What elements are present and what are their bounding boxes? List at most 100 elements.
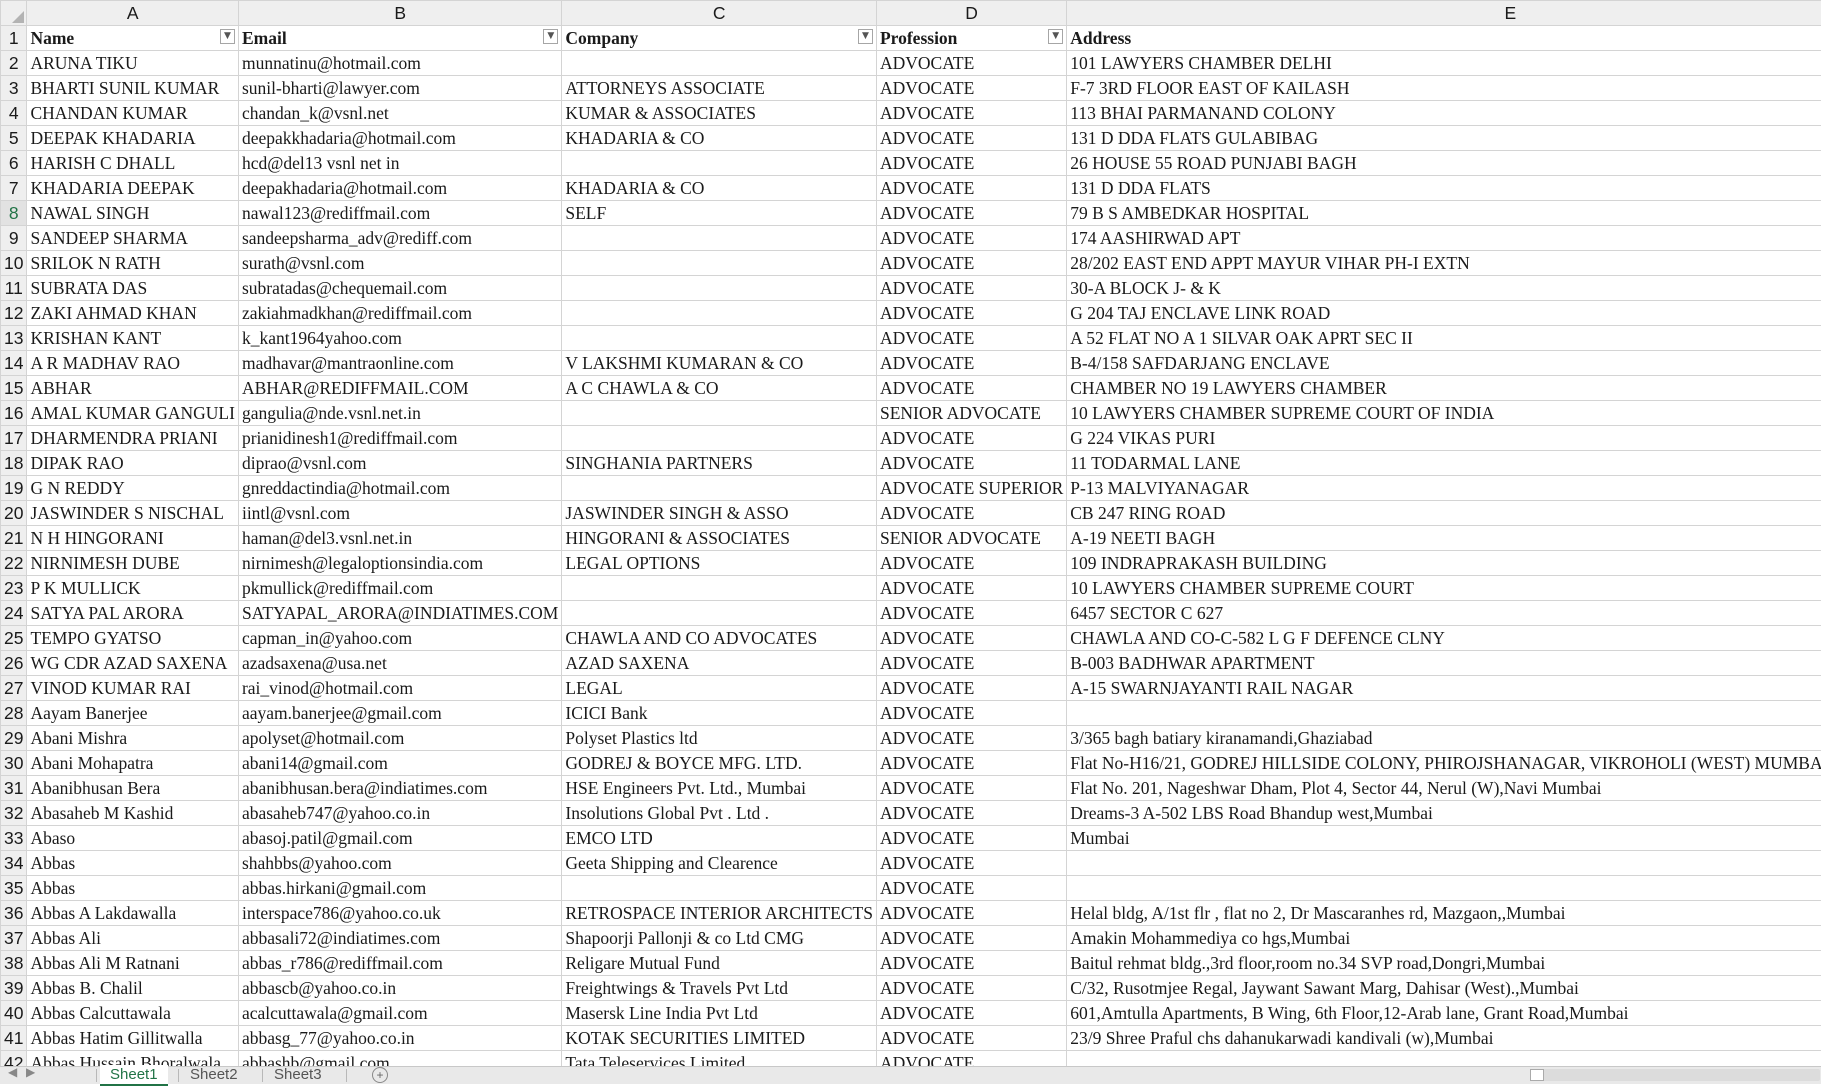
cell-name[interactable]: AMAL KUMAR GANGULI bbox=[27, 401, 238, 426]
cell-email[interactable]: SATYAPAL_ARORA@INDIATIMES.COM bbox=[238, 601, 561, 626]
cell-address[interactable]: G 204 TAJ ENCLAVE LINK ROAD bbox=[1067, 301, 1821, 326]
cell-company[interactable]: Masersk Line India Pvt Ltd bbox=[562, 1001, 877, 1026]
cell-profession[interactable]: ADVOCATE bbox=[876, 426, 1066, 451]
cell-name[interactable]: KHADARIA DEEPAK bbox=[27, 176, 238, 201]
cell-address[interactable]: 131 D DDA FLATS GULABIBAG bbox=[1067, 126, 1821, 151]
tab-sheet3[interactable]: Sheet3 bbox=[264, 1065, 332, 1084]
cell-company[interactable]: KUMAR & ASSOCIATES bbox=[562, 101, 877, 126]
column-header-b[interactable]: B bbox=[238, 1, 561, 26]
cell-company[interactable] bbox=[562, 51, 877, 76]
cell-profession[interactable]: ADVOCATE bbox=[876, 626, 1066, 651]
cell-email[interactable]: chandan_k@vsnl.net bbox=[238, 101, 561, 126]
row-number[interactable]: 9 bbox=[1, 226, 27, 251]
cell-profession[interactable]: ADVOCATE bbox=[876, 51, 1066, 76]
cell-email[interactable]: nirnimesh@legaloptionsindia.com bbox=[238, 551, 561, 576]
row-number[interactable]: 40 bbox=[1, 1001, 27, 1026]
cell-profession[interactable]: ADVOCATE bbox=[876, 301, 1066, 326]
row-number[interactable]: 30 bbox=[1, 751, 27, 776]
row-number[interactable]: 19 bbox=[1, 476, 27, 501]
cell-name[interactable]: SRILOK N RATH bbox=[27, 251, 238, 276]
row-number[interactable]: 27 bbox=[1, 676, 27, 701]
cell-address[interactable]: 79 B S AMBEDKAR HOSPITAL bbox=[1067, 201, 1821, 226]
cell-address[interactable]: 101 LAWYERS CHAMBER DELHI bbox=[1067, 51, 1821, 76]
cell-address[interactable]: G 224 VIKAS PURI bbox=[1067, 426, 1821, 451]
cell-company[interactable] bbox=[562, 301, 877, 326]
cell-name[interactable]: Abbas Ali bbox=[27, 926, 238, 951]
cell-email[interactable]: aayam.banerjee@gmail.com bbox=[238, 701, 561, 726]
row-number[interactable]: 41 bbox=[1, 1026, 27, 1051]
cell-email[interactable]: abasoj.patil@gmail.com bbox=[238, 826, 561, 851]
cell-company[interactable]: JASWINDER SINGH & ASSO bbox=[562, 501, 877, 526]
row-number[interactable]: 18 bbox=[1, 451, 27, 476]
cell-company[interactable]: KHADARIA & CO bbox=[562, 176, 877, 201]
cell-name[interactable]: KRISHAN KANT bbox=[27, 326, 238, 351]
cell-profession[interactable]: ADVOCATE bbox=[876, 276, 1066, 301]
cell-profession[interactable]: ADVOCATE bbox=[876, 676, 1066, 701]
cell-email[interactable]: sandeepsharma_adv@rediff.com bbox=[238, 226, 561, 251]
row-number[interactable]: 7 bbox=[1, 176, 27, 201]
row-number[interactable]: 33 bbox=[1, 826, 27, 851]
cell-profession[interactable]: ADVOCATE SUPERIOR bbox=[876, 476, 1066, 501]
cell-name[interactable]: NIRNIMESH DUBE bbox=[27, 551, 238, 576]
cell-profession[interactable]: ADVOCATE bbox=[876, 501, 1066, 526]
cell-name[interactable]: P K MULLICK bbox=[27, 576, 238, 601]
header-cell-address[interactable]: Address▼ bbox=[1067, 26, 1821, 51]
header-cell-profession[interactable]: Profession▼ bbox=[876, 26, 1066, 51]
cell-name[interactable]: G N REDDY bbox=[27, 476, 238, 501]
column-header-a[interactable]: A bbox=[27, 1, 238, 26]
cell-company[interactable]: RETROSPACE INTERIOR ARCHITECTS bbox=[562, 901, 877, 926]
cell-company[interactable] bbox=[562, 476, 877, 501]
cell-profession[interactable]: ADVOCATE bbox=[876, 926, 1066, 951]
next-sheet-arrow-icon[interactable]: ▶ bbox=[26, 1065, 35, 1079]
cell-email[interactable]: subratadas@chequemail.com bbox=[238, 276, 561, 301]
cell-profession[interactable]: SENIOR ADVOCATE bbox=[876, 526, 1066, 551]
cell-name[interactable]: N H HINGORANI bbox=[27, 526, 238, 551]
cell-company[interactable]: EMCO LTD bbox=[562, 826, 877, 851]
cell-address[interactable] bbox=[1067, 876, 1821, 901]
row-number[interactable]: 2 bbox=[1, 51, 27, 76]
cell-name[interactable]: A R MADHAV RAO bbox=[27, 351, 238, 376]
row-number[interactable]: 13 bbox=[1, 326, 27, 351]
filter-dropdown-icon[interactable]: ▼ bbox=[858, 29, 873, 44]
cell-address[interactable]: Amakin Mohammediya co hgs,Mumbai bbox=[1067, 926, 1821, 951]
cell-profession[interactable]: ADVOCATE bbox=[876, 151, 1066, 176]
cell-email[interactable]: zakiahmadkhan@rediffmail.com bbox=[238, 301, 561, 326]
cell-email[interactable]: acalcuttawala@gmail.com bbox=[238, 1001, 561, 1026]
row-number[interactable]: 23 bbox=[1, 576, 27, 601]
cell-company[interactable]: Shapoorji Pallonji & co Ltd CMG bbox=[562, 926, 877, 951]
row-number[interactable]: 3 bbox=[1, 76, 27, 101]
column-header-e[interactable]: E bbox=[1067, 1, 1821, 26]
cell-address[interactable]: 174 AASHIRWAD APT bbox=[1067, 226, 1821, 251]
row-number[interactable]: 21 bbox=[1, 526, 27, 551]
cell-name[interactable]: HARISH C DHALL bbox=[27, 151, 238, 176]
row-number[interactable]: 42 bbox=[1, 1051, 27, 1067]
cell-profession[interactable]: ADVOCATE bbox=[876, 176, 1066, 201]
cell-company[interactable]: LEGAL bbox=[562, 676, 877, 701]
cell-email[interactable]: deepakhadaria@hotmail.com bbox=[238, 176, 561, 201]
cell-profession[interactable]: ADVOCATE bbox=[876, 776, 1066, 801]
cell-company[interactable]: GODREJ & BOYCE MFG. LTD. bbox=[562, 751, 877, 776]
cell-company[interactable]: A C CHAWLA & CO bbox=[562, 376, 877, 401]
cell-company[interactable] bbox=[562, 576, 877, 601]
cell-address[interactable]: B-003 BADHWAR APARTMENT bbox=[1067, 651, 1821, 676]
cell-company[interactable]: LEGAL OPTIONS bbox=[562, 551, 877, 576]
cell-address[interactable] bbox=[1067, 851, 1821, 876]
row-number[interactable]: 6 bbox=[1, 151, 27, 176]
cell-name[interactable]: Abbas bbox=[27, 876, 238, 901]
row-number[interactable]: 16 bbox=[1, 401, 27, 426]
cell-address[interactable]: A-15 SWARNJAYANTI RAIL NAGAR bbox=[1067, 676, 1821, 701]
cell-profession[interactable]: ADVOCATE bbox=[876, 201, 1066, 226]
cell-profession[interactable]: ADVOCATE bbox=[876, 751, 1066, 776]
header-cell-email[interactable]: Email▼ bbox=[238, 26, 561, 51]
prev-sheet-arrow-icon[interactable]: ◀ bbox=[8, 1065, 17, 1079]
cell-profession[interactable]: ADVOCATE bbox=[876, 801, 1066, 826]
cell-address[interactable]: Flat No. 201, Nageshwar Dham, Plot 4, Se… bbox=[1067, 776, 1821, 801]
cell-company[interactable] bbox=[562, 401, 877, 426]
cell-name[interactable]: Aayam Banerjee bbox=[27, 701, 238, 726]
cell-address[interactable]: B-4/158 SAFDARJANG ENCLAVE bbox=[1067, 351, 1821, 376]
cell-company[interactable] bbox=[562, 326, 877, 351]
row-number[interactable]: 11 bbox=[1, 276, 27, 301]
cell-address[interactable]: F-7 3RD FLOOR EAST OF KAILASH bbox=[1067, 76, 1821, 101]
cell-company[interactable] bbox=[562, 226, 877, 251]
cell-email[interactable]: abbas_r786@rediffmail.com bbox=[238, 951, 561, 976]
